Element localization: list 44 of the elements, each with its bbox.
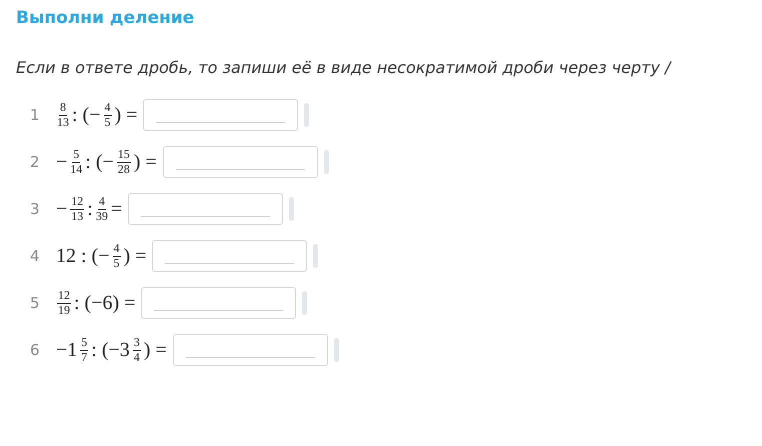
grip-bar <box>334 338 339 362</box>
math-text: −1 <box>56 338 78 362</box>
math-text: − <box>56 198 68 220</box>
answer-field[interactable] <box>162 146 318 178</box>
math-text: ) = <box>134 150 157 174</box>
math-text: ) = <box>124 244 146 268</box>
math-text: : (− <box>85 150 114 174</box>
task-number: 4 <box>30 247 41 265</box>
answer-field[interactable] <box>152 240 308 272</box>
fraction: 15 28 <box>116 148 132 176</box>
task-title: Выполни деление <box>16 8 196 28</box>
grip-bar <box>313 244 318 268</box>
math-text: : (−6) = <box>74 292 136 314</box>
math-text: ) = <box>144 338 167 362</box>
answer-field[interactable] <box>143 99 298 131</box>
fraction: 5 14 <box>69 148 84 176</box>
fraction: 12 13 <box>69 195 86 223</box>
task-number: 3 <box>30 200 41 218</box>
fraction: 3 4 <box>132 336 142 364</box>
math-text: : <box>87 198 93 220</box>
answer-field[interactable] <box>128 193 284 225</box>
fraction: 4 5 <box>102 101 112 129</box>
answer-field[interactable] <box>172 334 328 366</box>
task-number: 2 <box>30 153 41 171</box>
fraction: 12 19 <box>56 289 72 317</box>
answer-field[interactable] <box>141 287 296 319</box>
math-text: : (−3 <box>91 338 130 362</box>
grip-bar <box>324 150 329 174</box>
fraction: 5 7 <box>79 336 90 364</box>
task-number: 5 <box>30 294 41 312</box>
fraction: 8 13 <box>56 101 70 129</box>
math-text: − <box>56 150 68 174</box>
task-number: 1 <box>30 106 41 124</box>
math-text: : (− <box>72 104 100 126</box>
grip-bar <box>302 291 308 315</box>
math-text: = <box>110 198 122 220</box>
grip-bar <box>304 103 310 127</box>
grip-bar <box>289 197 294 221</box>
math-text: ) = <box>114 104 138 126</box>
task-number: 6 <box>30 341 41 359</box>
math-text: 12 : (− <box>56 244 110 268</box>
fraction: 4 39 <box>94 195 109 223</box>
instruction-text: Если в ответе дробь, то запиши её в виде несократимой дроби через черту / <box>16 58 673 77</box>
fraction: 4 5 <box>112 242 122 270</box>
